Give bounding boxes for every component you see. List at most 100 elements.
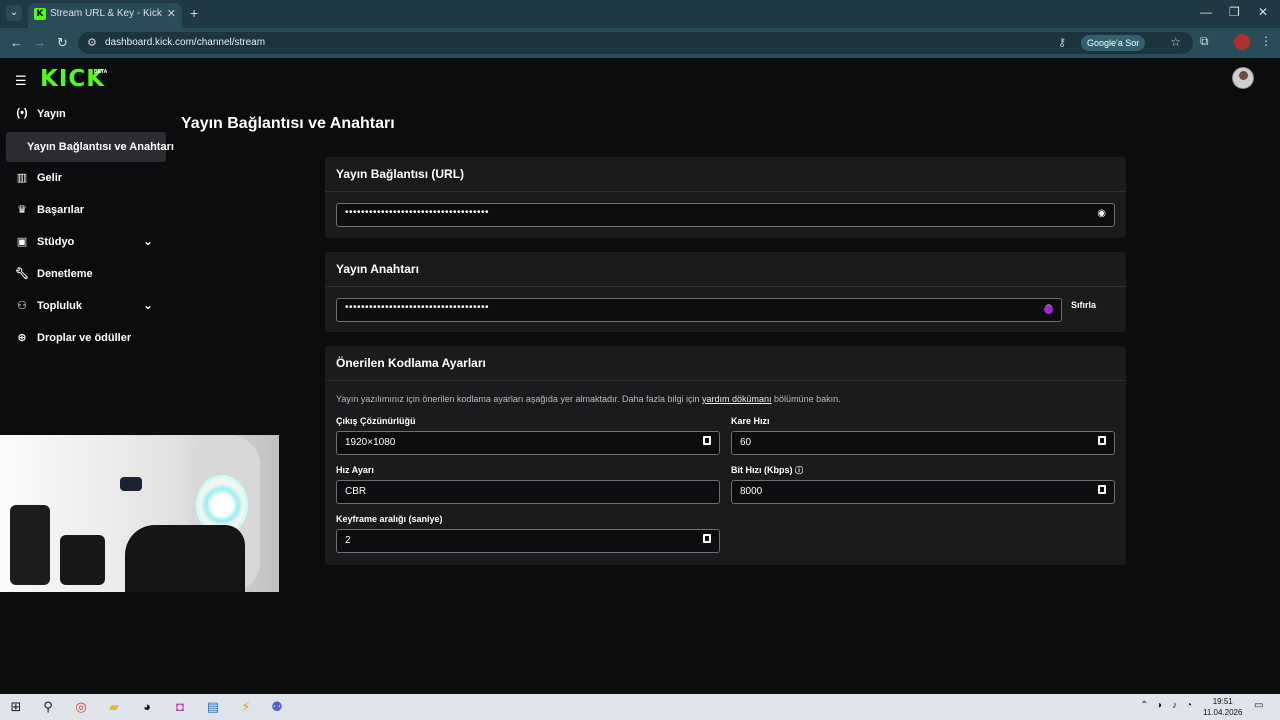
chart-icon: ▥ xyxy=(16,172,28,184)
encoding-description: Yayın yazılımınız için önerilen kodlama … xyxy=(336,394,841,404)
card-title: Yayın Anahtarı xyxy=(336,262,419,276)
sidebar-item-stream-url-key[interactable]: Yayın Bağlantısı ve Anahtarı xyxy=(6,132,174,162)
new-tab-icon[interactable]: + xyxy=(190,5,198,21)
chrome-icon[interactable]: ◎ xyxy=(72,698,90,716)
profile-avatar-icon[interactable] xyxy=(1234,34,1250,50)
user-avatar[interactable] xyxy=(1232,67,1254,89)
field-value: 60 xyxy=(740,437,752,448)
eye-icon[interactable]: ◉ xyxy=(1097,208,1106,219)
resolution-field[interactable]: 1920×1080 xyxy=(336,431,720,455)
tab-close-icon[interactable]: ✕ xyxy=(167,7,176,20)
masked-value: •••••••••••••••••••••••••••••••••••• xyxy=(345,207,490,218)
close-window-icon[interactable]: ✕ xyxy=(1258,5,1268,19)
system-clock[interactable]: 19:51 11.04.2026 xyxy=(1203,696,1242,718)
divider xyxy=(325,191,1126,192)
stream-key-card: Yayın Anahtarı •••••••••••••••••••••••••… xyxy=(325,252,1126,332)
reset-key-button[interactable]: Sıfırla xyxy=(1071,300,1096,310)
help-doc-link[interactable]: yardım dökümanı xyxy=(702,394,772,404)
copy-icon[interactable] xyxy=(703,436,711,445)
preset-label: Hız Ayarı xyxy=(336,465,374,475)
sidebar-item-label: Başarılar xyxy=(37,204,85,216)
sidebar-item-label: Topluluk xyxy=(37,300,83,312)
sidebar-item-yayin[interactable]: (•) Yayın xyxy=(0,101,165,127)
sidebar-item-droplar[interactable]: ⊕ Droplar ve ödüller xyxy=(0,325,165,351)
bitrate-field[interactable]: 8000 xyxy=(731,480,1115,504)
address-bar: ← → ↻ ⚙ dashboard.kick.com/channel/strea… xyxy=(0,28,1280,58)
webcam-overlay xyxy=(0,435,279,592)
preset-field[interactable]: CBR xyxy=(336,480,720,504)
sidebar-item-denetleme[interactable]: 🔧︎ Denetleme xyxy=(0,261,165,287)
community-icon: ⚇ xyxy=(17,300,27,312)
info-icon[interactable]: ⓘ xyxy=(795,466,803,475)
tray-chevron-icon[interactable]: ⌃ xyxy=(1140,700,1148,711)
masked-value: •••••••••••••••••••••••••••••••••••• xyxy=(345,302,490,313)
copy-icon[interactable] xyxy=(1098,436,1106,445)
keyframe-field[interactable]: 2 xyxy=(336,529,720,553)
sidebar-item-basarilar[interactable]: ♛ Başarılar xyxy=(0,197,165,223)
browser-menu-icon[interactable]: ⋮ xyxy=(1260,34,1272,48)
card-title: Önerilen Kodlama Ayarları xyxy=(336,356,486,370)
teams-icon[interactable]: ⚉ xyxy=(268,698,286,716)
search-icon[interactable]: ⚲ xyxy=(39,698,57,716)
field-value: 1920×1080 xyxy=(345,437,396,448)
tab-title: Stream URL & Key - Kick Dashb xyxy=(50,8,162,19)
kick-favicon-icon: K xyxy=(34,8,46,20)
bitrate-label-text: Bit Hızı (Kbps) xyxy=(731,465,793,475)
windows-start-icon[interactable]: ⊞ xyxy=(7,698,25,716)
minimize-icon[interactable]: — xyxy=(1200,5,1212,19)
microphone-icon[interactable]: ♪ xyxy=(1172,700,1177,711)
stream-key-field[interactable]: •••••••••••••••••••••••••••••••••••• ◉ xyxy=(336,298,1062,322)
app-window-icon[interactable]: ▤ xyxy=(204,698,222,716)
copy-icon[interactable] xyxy=(1098,485,1106,494)
wrench-icon: 🔧︎ xyxy=(15,268,29,280)
instagram-icon[interactable]: ◘ xyxy=(171,698,189,716)
drops-icon: ⊕ xyxy=(17,332,27,344)
file-explorer-icon[interactable]: ▰ xyxy=(105,698,123,716)
app-icon[interactable]: ◕ xyxy=(138,698,156,716)
desc-text: bölümüne bakın. xyxy=(771,394,841,404)
trophy-icon: ♛ xyxy=(17,204,27,216)
framerate-field[interactable]: 60 xyxy=(731,431,1115,455)
notification-icon[interactable]: ▭ xyxy=(1254,700,1263,711)
sidebar-item-gelir[interactable]: ▥ Gelir xyxy=(0,165,165,191)
kick-dashboard-page: ☰ KICK BETA (•) Yayın Yayın Bağlantısı v… xyxy=(0,58,1280,694)
volume-icon[interactable]: ◔ xyxy=(1186,700,1192,711)
field-value: 2 xyxy=(345,535,351,546)
restore-icon[interactable]: ❐ xyxy=(1229,5,1240,19)
site-info-icon[interactable]: ⚙ xyxy=(87,36,97,49)
extensions-icon[interactable]: ⧉ xyxy=(1200,34,1209,49)
keyframe-label: Keyframe aralığı (saniye) xyxy=(336,514,443,524)
url-field[interactable]: ⚙ dashboard.kick.com/channel/stream ⚷ Go… xyxy=(78,32,1193,54)
stream-url-card: Yayın Bağlantısı (URL) •••••••••••••••••… xyxy=(325,157,1126,238)
beta-badge: BETA xyxy=(94,69,108,75)
sidebar-item-label: Denetleme xyxy=(37,268,93,280)
url-text: dashboard.kick.com/channel/stream xyxy=(105,37,266,48)
password-key-icon[interactable]: ⚷ xyxy=(1058,36,1066,49)
webcam-object xyxy=(60,535,105,585)
webcam-object xyxy=(10,505,50,585)
reload-icon[interactable]: ↻ xyxy=(57,35,68,51)
stream-url-field[interactable]: •••••••••••••••••••••••••••••••••••• ◉ xyxy=(336,203,1115,227)
browser-tab[interactable]: K Stream URL & Key - Kick Dashb ✕ xyxy=(28,3,182,28)
back-icon[interactable]: ← xyxy=(10,35,23,50)
sidebar-item-label: Yayın xyxy=(37,108,66,120)
copy-icon[interactable] xyxy=(703,534,711,543)
google-sor-button[interactable]: Google'a Sor xyxy=(1081,35,1146,51)
sidebar-item-label: Gelir xyxy=(37,172,63,184)
webcam-hand xyxy=(125,525,245,592)
sidebar-item-topluluk[interactable]: ⚇ Topluluk ⌄ xyxy=(0,293,165,319)
desc-text: Yayın yazılımınız için önerilen kodlama … xyxy=(336,394,703,404)
tray-app-icon[interactable]: ◑ xyxy=(1156,700,1162,711)
app-lightning-icon[interactable]: ⚡ xyxy=(237,698,255,716)
bitrate-label: Bit Hızı (Kbps) ⓘ xyxy=(731,465,803,476)
hamburger-menu-icon[interactable]: ☰ xyxy=(15,73,27,89)
sidebar-item-studyo[interactable]: ▣ Stüdyo ⌄ xyxy=(0,229,165,255)
sidebar-item-label: Yayın Bağlantısı ve Anahtarı xyxy=(27,141,174,153)
chevron-down-icon: ⌄ xyxy=(143,298,154,312)
studio-icon: ▣ xyxy=(16,236,28,248)
tab-search-icon[interactable]: ⌄ xyxy=(6,5,22,21)
forward-icon[interactable]: → xyxy=(33,35,46,50)
broadcast-icon: (•) xyxy=(16,107,28,119)
divider xyxy=(325,380,1126,381)
bookmark-star-icon[interactable]: ☆ xyxy=(1170,35,1181,49)
